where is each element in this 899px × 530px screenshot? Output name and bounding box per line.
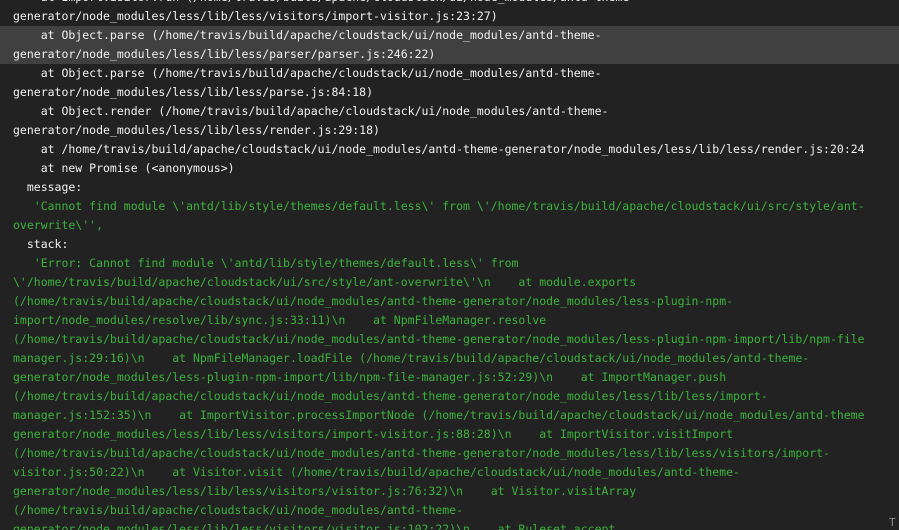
log-line: 'Error: Cannot find module \'antd/lib/st…	[13, 256, 519, 270]
log-line: (/home/travis/build/apache/cloudstack/ui…	[13, 503, 464, 517]
log-line: (/home/travis/build/apache/cloudstack/ui…	[13, 389, 768, 403]
log-line: visitor.js:50:22)\n at Visitor.visit (/h…	[13, 465, 740, 479]
log-line: (/home/travis/build/apache/cloudstack/ui…	[13, 332, 865, 346]
log-line: generator/node_modules/less/lib/less/ren…	[13, 123, 380, 137]
log-line: at Object.render (/home/travis/build/apa…	[13, 104, 609, 118]
log-line: generator/node_modules/less/lib/less/vis…	[13, 427, 734, 441]
log-line: at /home/travis/build/apache/cloudstack/…	[13, 142, 865, 156]
log-line: at new Promise (<anonymous>)	[13, 161, 235, 175]
log-line: generator/node_modules/less/lib/less/vis…	[13, 9, 498, 23]
log-line: stack:	[13, 237, 69, 251]
log-line: (/home/travis/build/apache/cloudstack/ui…	[13, 294, 734, 308]
log-line: at ImportVisitor.run (/home/travis/build…	[0, 0, 899, 7]
log-line: import/node_modules/resolve/lib/sync.js:…	[13, 313, 547, 327]
build-log-output: at ImportVisitor.run (/home/travis/build…	[0, 0, 899, 530]
log-line-highlighted: generator/node_modules/less/lib/less/par…	[0, 45, 899, 64]
scroll-corner-marker: T	[889, 516, 896, 529]
log-line: message:	[13, 180, 83, 194]
log-line: at Object.parse (/home/travis/build/apac…	[13, 66, 602, 80]
log-line: generator/node_modules/less/lib/less/par…	[13, 85, 374, 99]
log-line: (/home/travis/build/apache/cloudstack/ui…	[13, 446, 830, 460]
log-line: 'Cannot find module \'antd/lib/style/the…	[13, 199, 865, 213]
log-line: \'/home/travis/build/apache/cloudstack/u…	[13, 275, 637, 289]
log-line: generator/node_modules/less/lib/less/vis…	[13, 522, 616, 530]
log-line: overwrite\'',	[13, 218, 104, 232]
log-line: generator/node_modules/less-plugin-npm-i…	[13, 370, 727, 384]
log-line: generator/node_modules/less/lib/less/vis…	[13, 484, 637, 498]
log-line-highlighted: at Object.parse (/home/travis/build/apac…	[0, 26, 899, 45]
log-line: manager.js:152:35)\n at ImportVisitor.pr…	[13, 408, 865, 422]
log-line: manager.js:29:16)\n at NpmFileManager.lo…	[13, 351, 810, 365]
